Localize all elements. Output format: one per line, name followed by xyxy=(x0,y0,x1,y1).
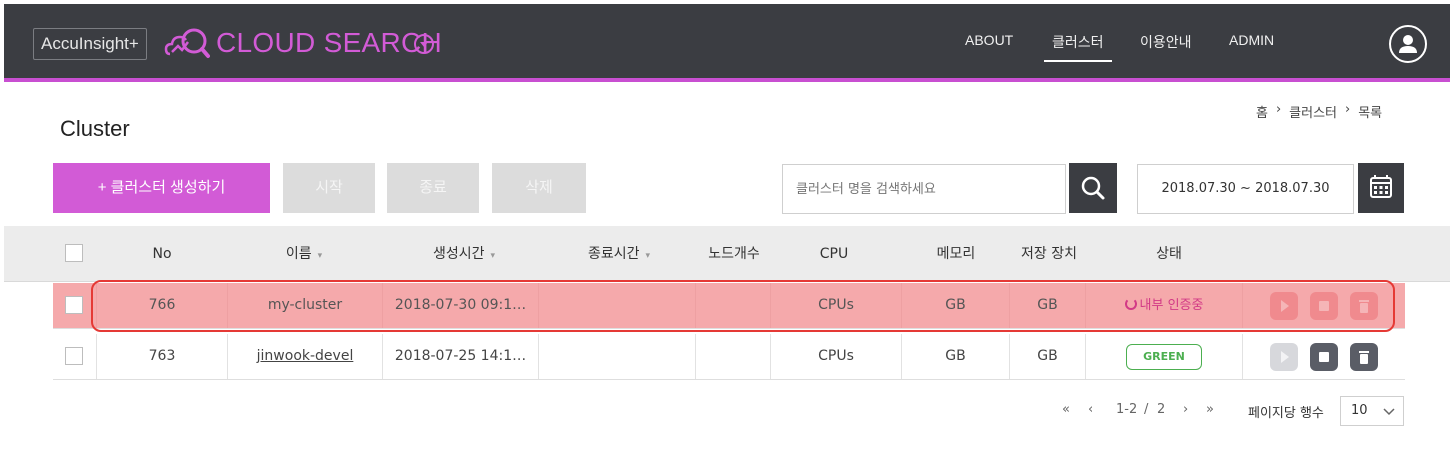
breadcrumb-home[interactable]: 홈 xyxy=(1256,102,1268,121)
search-button[interactable] xyxy=(1069,163,1117,213)
row-memory: GB xyxy=(901,334,1009,379)
play-icon xyxy=(1281,351,1289,363)
rows-per-page-value: 10 xyxy=(1351,403,1368,418)
row-created: 2018-07-25 14:1… xyxy=(382,334,538,379)
trash-button[interactable] xyxy=(1350,343,1378,371)
breadcrumb-list: 목록 xyxy=(1358,106,1383,121)
trash-icon xyxy=(1359,351,1369,364)
column-header-created[interactable]: 생성시간 ▾ xyxy=(399,226,529,282)
column-header-label: 종료시간 xyxy=(587,246,640,262)
breadcrumb-cluster[interactable]: 클러스터 xyxy=(1289,102,1337,121)
table-header: No 이름 ▾ 생성시간 ▾ 종료시간 ▾ 노드개수 CPU 메모리 저장 장치 상태 xyxy=(4,226,1450,282)
calendar-button[interactable] xyxy=(1358,163,1404,213)
row-storage: GB xyxy=(1009,334,1085,379)
table-row[interactable]: 763 jinwook-devel 2018-07-25 14:1… CPUs … xyxy=(53,334,1405,380)
sort-down-icon: ▾ xyxy=(490,251,496,261)
column-header-storage: 저장 장치 xyxy=(1021,246,1077,262)
column-header-cpu: CPU xyxy=(819,246,849,262)
breadcrumb: 홈 › 클러스터 › 목록 xyxy=(1256,102,1382,121)
nav-about[interactable]: ABOUT xyxy=(965,32,1013,48)
chevron-down-icon[interactable] xyxy=(414,34,434,54)
user-avatar-icon[interactable] xyxy=(1389,25,1427,63)
rows-per-page-label: 페이지당 행수 xyxy=(1248,406,1324,421)
create-cluster-button[interactable]: + 클러스터 생성하기 xyxy=(53,163,270,213)
column-header-name[interactable]: 이름 ▾ xyxy=(244,226,364,282)
sort-down-icon: ▾ xyxy=(317,251,323,261)
row-name-link[interactable]: jinwook-devel xyxy=(227,334,382,379)
row-no: 763 xyxy=(96,334,227,379)
page-title: Cluster xyxy=(60,116,130,141)
play-button[interactable] xyxy=(1270,343,1298,371)
nav-admin[interactable]: ADMIN xyxy=(1229,32,1274,48)
calendar-icon xyxy=(1370,175,1392,198)
rows-per-page-select[interactable]: 10 xyxy=(1340,396,1404,426)
column-header-no: No xyxy=(152,246,172,262)
first-page-button[interactable]: « xyxy=(1062,402,1070,417)
status-badge: GREEN xyxy=(1126,344,1202,370)
sort-down-icon: ▾ xyxy=(645,251,651,261)
cloud-search-logo-icon xyxy=(164,28,210,58)
select-all-checkbox[interactable] xyxy=(65,244,83,262)
chevron-down-icon xyxy=(1383,408,1395,416)
row-cpu: CPUs xyxy=(770,334,901,379)
cluster-search-input[interactable] xyxy=(782,164,1066,214)
delete-button[interactable]: 삭제 xyxy=(492,163,586,213)
page-range: 1-2 xyxy=(1116,402,1138,417)
row-status: GREEN xyxy=(1085,334,1242,379)
top-navigation-bar: AccuInsight+ CLOUD SEARCH ABOUT 클러스터 이용안… xyxy=(4,4,1450,82)
highlight-outline xyxy=(91,280,1395,332)
date-range-field[interactable]: 2018.07.30 ~ 2018.07.30 xyxy=(1137,164,1354,214)
page-separator: / xyxy=(1144,402,1149,417)
column-header-label: 생성시간 xyxy=(432,246,485,262)
column-header-nodes: 노드개수 xyxy=(708,246,760,262)
prev-page-button[interactable]: ‹ xyxy=(1088,402,1093,417)
column-header-label: 이름 xyxy=(285,246,312,262)
row-actions xyxy=(1242,334,1405,379)
page-total: 2 xyxy=(1157,402,1166,417)
stop-button[interactable]: 종료 xyxy=(387,163,479,213)
breadcrumb-separator: › xyxy=(1275,102,1282,117)
row-checkbox[interactable] xyxy=(65,296,83,314)
column-header-memory: 메모리 xyxy=(936,246,976,262)
row-nodes xyxy=(695,334,770,379)
stop-row-button[interactable] xyxy=(1310,343,1338,371)
search-icon xyxy=(1081,176,1105,200)
accuinsight-brand[interactable]: AccuInsight+ xyxy=(33,28,147,60)
app-title[interactable]: CLOUD SEARCH xyxy=(216,25,442,61)
breadcrumb-separator: › xyxy=(1345,102,1351,117)
row-ended xyxy=(538,334,695,379)
last-page-button[interactable]: » xyxy=(1206,402,1214,417)
nav-cluster[interactable]: 클러스터 xyxy=(1044,32,1111,62)
row-checkbox[interactable] xyxy=(65,347,83,365)
column-header-status: 상태 xyxy=(1156,246,1182,262)
nav-guide[interactable]: 이용안내 xyxy=(1140,32,1192,52)
stop-icon xyxy=(1319,352,1329,362)
column-header-ended[interactable]: 종료시간 ▾ xyxy=(554,226,684,282)
person-icon xyxy=(1399,35,1417,53)
next-page-button[interactable]: › xyxy=(1183,402,1188,417)
start-button[interactable]: 시작 xyxy=(283,163,375,213)
